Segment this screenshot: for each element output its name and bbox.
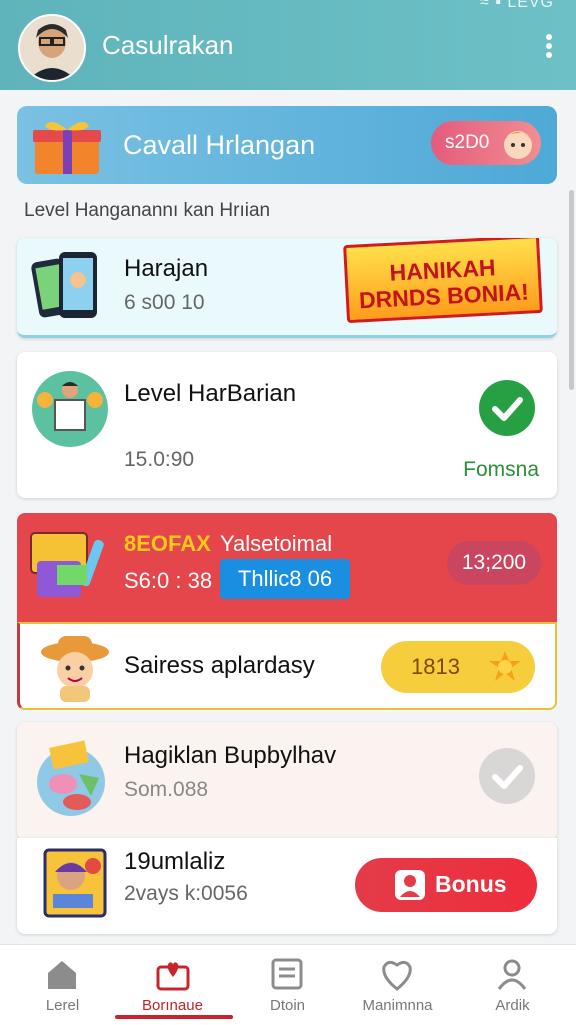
promo-text: HANIKAH DRNDS BONIA! [358,254,530,314]
card-sairess[interactable]: Sairess aplardasy 1813 [17,622,557,710]
sun-coin-icon [489,651,521,681]
user-badge-icon [395,870,425,900]
gift-box-icon [33,121,101,174]
card-hagiklan[interactable]: Hagiklan Bupbylhav Som.088 [17,722,557,840]
card-title: Sairess aplardasy [124,652,315,679]
card-title: 19umlaliz [124,848,226,875]
bottom-nav: Lerel Borınaue Dtoin Manimnna Ardik [0,944,576,1025]
certificate-icon [32,371,108,447]
nav-item-borinaue[interactable]: Borınaue [115,945,230,1025]
status-label: Fomsna [463,458,539,481]
card-title: Hagiklan Bupbylhav [124,742,337,769]
nav-item-lerel[interactable]: Lerel [5,945,120,1025]
more-options-icon[interactable] [544,34,554,62]
reward-value: 1813 [411,654,460,679]
card-subtitle: 15.0:90 [124,448,195,471]
offer-timer: S6:0 : 38 [124,568,213,593]
card-timed-offer[interactable]: 8EOFAX Yalsetoimal S6:0 : 38 Thllic8 06 … [17,513,557,623]
inbox-heart-icon [156,962,190,991]
food-treats-icon [37,740,105,816]
avatar[interactable] [18,14,86,82]
card-title: Harajan [124,255,209,282]
phones-icon [31,252,97,318]
mascot-icon [504,131,532,159]
card-subtitle: 6 s00 10 [124,291,205,314]
offer-tag: 8EOFAX [124,531,211,556]
home-icon [48,961,76,989]
card-bonus[interactable]: 19umlaliz 2vays k:0056 Bonus [17,838,557,934]
banner-pill-value: s2D0 [445,132,490,153]
document-icon [271,958,303,990]
nav-item-ardik[interactable]: Ardik [455,945,570,1025]
completed-check-icon [479,380,535,436]
offer-value-pill[interactable]: 13;200 [447,541,541,585]
promo-banner[interactable]: Cavall Hrlangan s2D0 [17,106,557,184]
promo-box: HANIKAH DRNDS BONIA! [343,238,543,324]
nav-label: Manimnna [362,997,433,1014]
active-tab-indicator [115,1015,233,1019]
reward-pill[interactable]: 1813 [381,641,535,693]
card-harajan[interactable]: Harajan 6 s00 10 HANIKAH DRNDS BONIA! [17,238,557,338]
card-subtitle: Som.088 [124,778,209,801]
card-level-harbarian[interactable]: Level HarBarian 15.0:90 Fomsna [17,352,557,498]
character-card-icon [43,848,107,918]
bonus-button-label: Bonus [435,871,507,897]
offer-blue-tag[interactable]: Thllic8 06 [220,559,350,599]
nav-label: Borınaue [142,997,203,1014]
heart-shield-icon [382,960,412,991]
nav-item-dtoin[interactable]: Dtoin [230,945,345,1025]
offer-label: Yalsetoimal [220,531,333,556]
banner-coin-pill[interactable]: s2D0 [431,121,541,165]
cowboy-character-icon [41,636,109,702]
pending-check-icon [479,748,535,804]
section-label: Level Hanganannı kan Hrıian [24,200,271,221]
app-title: Casulrakan [102,30,234,60]
nav-item-manimnna[interactable]: Manimnna [340,945,455,1025]
status-bar: ≈ ▪ LEVG [479,0,554,11]
scrollbar[interactable] [569,190,574,390]
nav-label: Lerel [45,997,80,1014]
tickets-icon [30,532,104,597]
banner-title: Cavall Hrlangan [123,130,316,160]
card-title: Level HarBarian [124,380,297,407]
card-subtitle: 2vays k:0056 [124,882,248,905]
nav-label: Dtoin [269,997,306,1014]
bonus-promo-badge[interactable]: HANIKAH DRNDS BONIA! [343,238,547,332]
nav-label: Ardik [495,997,530,1014]
bonus-button[interactable]: Bonus [355,858,537,912]
profile-icon [497,959,527,990]
app-header: ≈ ▪ LEVG Casulrakan [0,0,576,90]
